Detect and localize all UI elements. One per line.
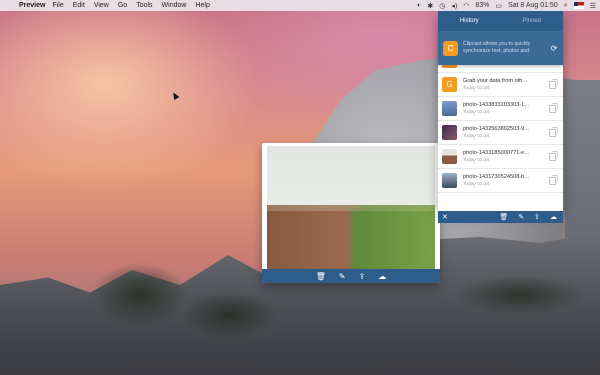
preview-photo bbox=[267, 146, 435, 269]
clipcast-banner[interactable]: C Clipcast allows you to quickly synchro… bbox=[438, 31, 563, 65]
share-icon[interactable]: ⇪ bbox=[534, 213, 540, 221]
item-title: photo-1432563892503-9... bbox=[463, 126, 529, 132]
pin-icon[interactable]: ✎ bbox=[339, 272, 346, 281]
notification-center-icon[interactable]: ☰ bbox=[590, 2, 596, 10]
menu-go[interactable]: Go bbox=[118, 2, 127, 9]
trash-icon[interactable]: 🗑 bbox=[499, 213, 508, 221]
menu-bar: Preview File Edit View Go Tools Window H… bbox=[0, 0, 600, 11]
tab-pinned[interactable]: Pinned bbox=[501, 18, 564, 24]
item-title: photo-1433185000771-e... bbox=[463, 150, 529, 156]
clock[interactable]: Sat 8 Aug 01:50 bbox=[508, 2, 558, 9]
copy-icon[interactable] bbox=[549, 126, 558, 137]
banner-text: Clipcast allows you to quickly synchroni… bbox=[463, 41, 531, 54]
wifi-icon[interactable]: ◠ bbox=[463, 2, 469, 10]
cloud-upload-icon[interactable]: ☁ bbox=[550, 213, 557, 221]
clipcast-footer-toolbar: ✕ 🗑 ✎ ⇪ ☁ bbox=[438, 211, 563, 223]
battery-icon[interactable]: ▭ bbox=[495, 2, 502, 10]
photo-horizon bbox=[267, 205, 435, 212]
list-item[interactable]: photo-1431730524508-b... Today 01:18 bbox=[438, 169, 563, 193]
clipcast-tray-icon[interactable]: ◐ bbox=[417, 2, 421, 9]
trash-icon[interactable]: 🗑 bbox=[316, 272, 326, 281]
menu-file[interactable]: File bbox=[52, 2, 63, 9]
menu-view[interactable]: View bbox=[94, 2, 109, 9]
input-source-flag-icon[interactable] bbox=[573, 2, 584, 9]
item-thumbnail bbox=[442, 125, 457, 140]
preview-window: 🗑 ✎ ⇪ ☁ bbox=[262, 143, 440, 283]
refresh-icon[interactable]: ⟳ bbox=[549, 44, 559, 52]
clipboard-history-list: C Today 01:18 G Grab your data from oth.… bbox=[438, 49, 563, 193]
copy-icon[interactable] bbox=[549, 174, 558, 185]
tab-history[interactable]: History bbox=[438, 18, 501, 24]
list-item[interactable]: photo-1433185000771-e... Today 01:18 bbox=[438, 145, 563, 169]
menu-bar-tray: ◐ ✱ ◷ ◂) ◠ 83% ▭ Sat 8 Aug 01:50 ⌕ ☰ bbox=[417, 2, 596, 10]
clipcast-logo-icon: C bbox=[443, 40, 458, 56]
battery-percent[interactable]: 83% bbox=[475, 2, 489, 9]
item-thumbnail bbox=[442, 149, 457, 164]
item-time: Today 01:18 bbox=[463, 134, 490, 139]
item-thumbnail bbox=[442, 101, 457, 116]
menu-window[interactable]: Window bbox=[162, 2, 187, 9]
list-item[interactable]: G Grab your data from oth... Today 01:18 bbox=[438, 73, 563, 97]
item-thumbnail: G bbox=[442, 77, 457, 92]
list-item[interactable]: photo-1432563892503-9... Today 01:18 bbox=[438, 121, 563, 145]
preview-toolbar: 🗑 ✎ ⇪ ☁ bbox=[262, 269, 440, 283]
item-thumbnail bbox=[442, 173, 457, 188]
item-title: photo-1431730524508-b... bbox=[463, 174, 529, 180]
menu-tools[interactable]: Tools bbox=[136, 2, 152, 9]
item-time: Today 01:18 bbox=[463, 182, 490, 187]
time-machine-icon[interactable]: ◷ bbox=[439, 2, 445, 10]
share-icon[interactable]: ⇪ bbox=[359, 272, 366, 281]
bluetooth-icon[interactable]: ✱ bbox=[427, 2, 433, 10]
item-time: Today 01:18 bbox=[463, 110, 490, 115]
volume-icon[interactable]: ◂) bbox=[451, 2, 457, 10]
cloud-upload-icon[interactable]: ☁ bbox=[378, 272, 386, 281]
close-icon[interactable]: ✕ bbox=[442, 213, 448, 221]
copy-icon[interactable] bbox=[549, 102, 558, 113]
copy-icon[interactable] bbox=[549, 78, 558, 89]
item-title: photo-1433833103303-1... bbox=[463, 102, 529, 108]
item-title: Grab your data from oth... bbox=[463, 78, 528, 84]
menu-edit[interactable]: Edit bbox=[73, 2, 85, 9]
list-item[interactable]: photo-1433833103303-1... Today 01:18 bbox=[438, 97, 563, 121]
clipcast-panel: History Pinned C Clipcast allows you to … bbox=[438, 11, 563, 223]
item-time: Today 01:18 bbox=[463, 158, 490, 163]
menu-app-name[interactable]: Preview bbox=[19, 2, 45, 9]
copy-icon[interactable] bbox=[549, 150, 558, 161]
clipcast-tabs: History Pinned bbox=[438, 11, 563, 31]
spotlight-icon[interactable]: ⌕ bbox=[564, 2, 568, 10]
menu-help[interactable]: Help bbox=[195, 2, 209, 9]
pin-icon[interactable]: ✎ bbox=[518, 213, 524, 221]
item-time: Today 01:18 bbox=[463, 86, 490, 91]
